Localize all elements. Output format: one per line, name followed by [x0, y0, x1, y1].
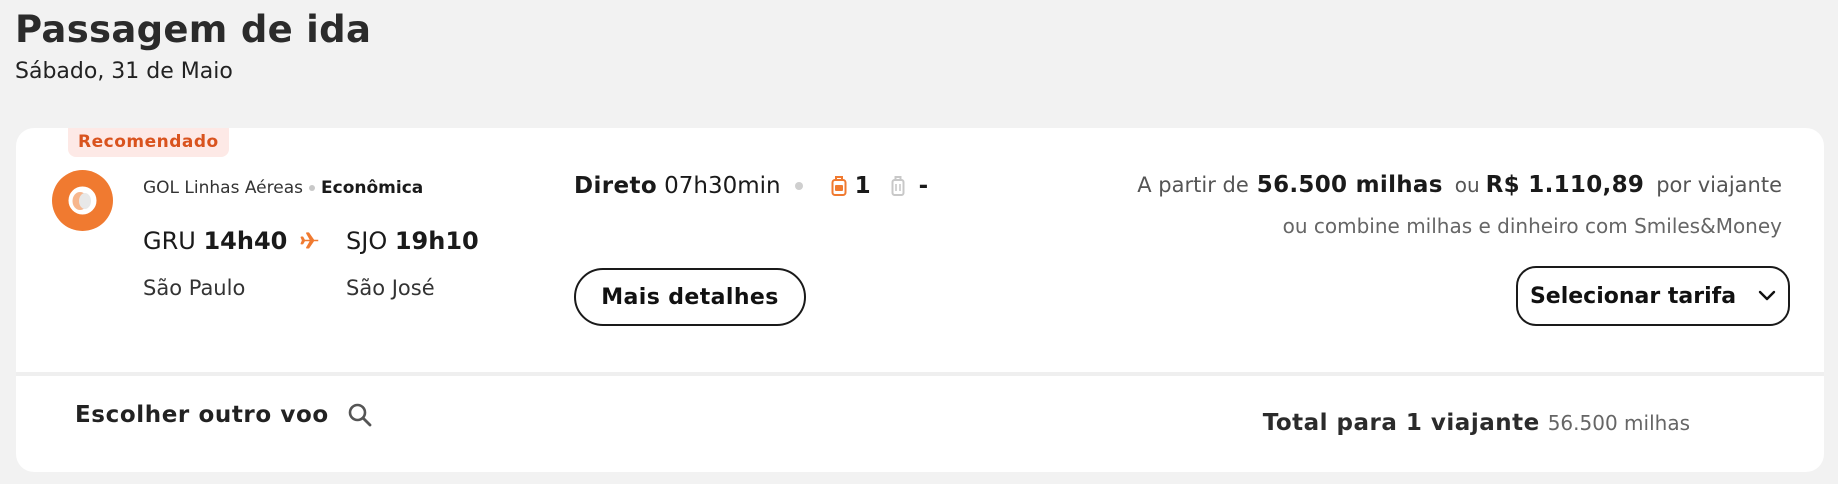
select-fare-button[interactable]: Selecionar tarifa: [1516, 266, 1790, 326]
flight-date: Sábado, 31 de Maio: [15, 59, 233, 84]
smiles-money-note: ou combine milhas e dinheiro com Smiles&…: [1282, 214, 1782, 238]
chevron-down-icon: [1758, 290, 1776, 301]
origin-code: GRU: [143, 227, 196, 255]
origin-city: São Paulo: [143, 276, 246, 300]
select-fare-label: Selecionar tarifa: [1529, 283, 1737, 309]
separator-dot: [794, 182, 803, 190]
price-money: R$ 1.110,89: [1485, 172, 1645, 198]
carry-on-bag-icon: [831, 176, 847, 196]
checked-bag-icon: [891, 176, 905, 196]
stops-label: Direto: [574, 173, 658, 199]
destination-code: SJO: [346, 227, 388, 255]
arrival-time: 19h10: [394, 227, 479, 255]
divider: [16, 372, 1824, 376]
more-details-button[interactable]: Mais detalhes: [574, 268, 806, 326]
airline-info: GOL Linhas Aéreas Econômica: [143, 178, 423, 198]
flight-duration: 07h30min: [664, 173, 781, 199]
price-prefix: A partir de: [1137, 173, 1249, 197]
page: Passagem de ida Sábado, 31 de Maio Recom…: [0, 0, 1838, 484]
plane-icon: [300, 232, 319, 249]
recommended-badge: Recomendado: [68, 128, 229, 157]
price-line: A partir de 56.500 milhas ou R$ 1.110,89…: [1137, 172, 1782, 198]
total-summary: Total para 1 viajante 56.500 milhas: [1263, 410, 1690, 436]
total-label: Total para 1 viajante: [1262, 410, 1540, 436]
flight-card: Recomendado GOL Linhas Aéreas Econômica G…: [16, 128, 1824, 472]
page-title: Passagem de ida: [15, 8, 372, 51]
total-value: 56.500 milhas: [1547, 411, 1690, 435]
separator-dot: [309, 185, 315, 191]
search-icon: [348, 403, 372, 427]
airline-name: GOL Linhas Aéreas: [143, 178, 303, 198]
arrival: SJO 19h10: [346, 227, 479, 255]
price-suffix: por viajante: [1656, 173, 1782, 197]
choose-other-flight-label: Escolher outro voo: [75, 402, 329, 428]
price-or: ou: [1454, 173, 1480, 197]
checked-bag-count: -: [918, 173, 929, 199]
choose-other-flight-link[interactable]: Escolher outro voo: [75, 402, 373, 428]
fare-class: Econômica: [321, 178, 424, 198]
destination-city: São José: [346, 276, 435, 300]
price-miles: 56.500 milhas: [1256, 172, 1443, 198]
departure: GRU 14h40: [143, 227, 287, 255]
departure-time: 14h40: [203, 227, 288, 255]
flight-info: Direto 07h30min 1 -: [574, 173, 928, 199]
gol-logo-icon: [52, 170, 113, 231]
carry-on-count: 1: [854, 173, 871, 199]
